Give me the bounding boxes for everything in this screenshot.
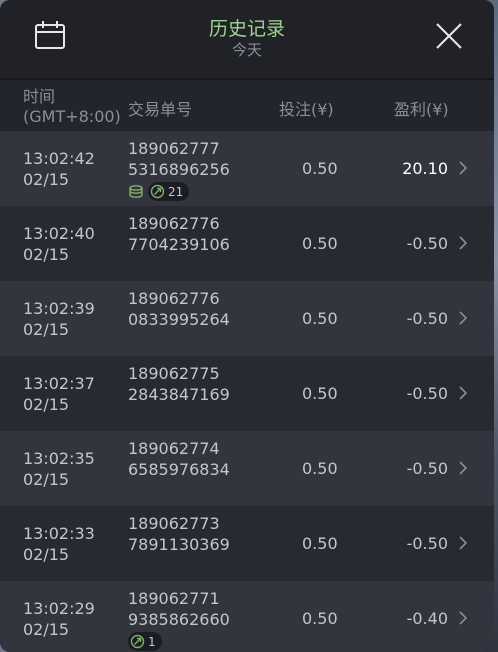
column-time: 时间 (GMT+8:00) <box>23 87 121 127</box>
row-order-part2: 7704239106 <box>128 235 230 254</box>
row-bet: 0.50 <box>302 234 338 253</box>
history-row[interactable]: 13:02:39 02/15 189062776 0833995264 0.50… <box>0 281 494 356</box>
row-profit: -0.50 <box>406 459 448 478</box>
row-bet: 0.50 <box>302 309 338 328</box>
row-bet: 0.50 <box>302 384 338 403</box>
row-time: 13:02:39 02/15 <box>23 298 95 340</box>
column-profit: 盈利(¥) <box>394 100 449 119</box>
badge-count: 1 <box>148 634 156 649</box>
row-profit: -0.50 <box>406 384 448 403</box>
row-order-part1: 189062771 <box>128 589 220 608</box>
row-time-value: 13:02:42 <box>23 149 95 168</box>
row-profit: 20.10 <box>402 159 448 178</box>
row-date-value: 02/15 <box>23 545 70 564</box>
page-title: 历史记录 <box>208 18 285 40</box>
column-time-zone: (GMT+8:00) <box>23 107 121 126</box>
row-time-value: 13:02:33 <box>23 524 95 543</box>
row-order-part2: 0833995264 <box>128 310 230 329</box>
row-order: 189062773 7891130369 <box>128 513 230 555</box>
row-date-value: 02/15 <box>23 320 70 339</box>
chevron-right-icon <box>459 611 468 625</box>
row-bet: 0.50 <box>302 609 338 628</box>
row-order-part1: 189062776 <box>128 289 220 308</box>
row-badges: 21 <box>128 182 190 201</box>
column-time-label: 时间 <box>23 87 56 106</box>
row-bet: 0.50 <box>302 159 338 178</box>
row-time: 13:02:35 02/15 <box>23 448 95 490</box>
row-date-value: 02/15 <box>23 170 70 189</box>
row-bet: 0.50 <box>302 459 338 478</box>
row-order-part2: 7891130369 <box>128 535 230 554</box>
chevron-right-icon <box>459 161 468 175</box>
row-bet: 0.50 <box>302 534 338 553</box>
row-order-part1: 189062777 <box>128 139 220 158</box>
row-order-part1: 189062773 <box>128 514 220 533</box>
chevron-right-icon <box>459 461 468 475</box>
history-row[interactable]: 13:02:35 02/15 189062774 6585976834 0.50… <box>0 431 494 506</box>
history-row[interactable]: 13:02:33 02/15 189062773 7891130369 0.50… <box>0 506 494 581</box>
row-date-value: 02/15 <box>23 245 70 264</box>
row-time-value: 13:02:35 <box>23 449 95 468</box>
row-time: 13:02:37 02/15 <box>23 373 95 415</box>
column-header: 时间 (GMT+8:00) 交易单号 投注(¥) 盈利(¥) <box>0 80 494 131</box>
row-order: 189062775 2843847169 <box>128 363 230 405</box>
free-spin-badge: 21 <box>148 182 190 201</box>
row-time-value: 13:02:29 <box>23 599 95 618</box>
chevron-right-icon <box>459 536 468 550</box>
coins-icon <box>129 184 143 198</box>
target-icon <box>150 184 165 199</box>
row-profit: -0.50 <box>406 234 448 253</box>
row-order-part1: 189062775 <box>128 364 220 383</box>
row-time-value: 13:02:37 <box>23 374 95 393</box>
row-order-part2: 2843847169 <box>128 385 230 404</box>
row-order: 189062776 7704239106 <box>128 213 230 255</box>
row-time: 13:02:40 02/15 <box>23 223 95 265</box>
row-time: 13:02:29 02/15 <box>23 598 95 640</box>
history-row[interactable]: 13:02:37 02/15 189062775 2843847169 0.50… <box>0 356 494 431</box>
history-row[interactable]: 13:02:40 02/15 189062776 7704239106 0.50… <box>0 206 494 281</box>
row-order-part1: 189062774 <box>128 439 220 458</box>
row-profit: -0.50 <box>406 309 448 328</box>
close-icon[interactable] <box>434 21 464 51</box>
row-time: 13:02:42 02/15 <box>23 148 95 190</box>
chevron-right-icon <box>459 311 468 325</box>
history-list: 13:02:42 02/15 189062777 5316896256 21 0… <box>0 131 494 652</box>
chevron-right-icon <box>459 386 468 400</box>
row-date-value: 02/15 <box>23 620 70 639</box>
row-order-part1: 189062776 <box>128 214 220 233</box>
row-profit: -0.40 <box>406 609 448 628</box>
target-icon <box>130 634 145 649</box>
panel-header: 历史记录 今天 <box>0 0 494 80</box>
page-subtitle: 今天 <box>231 41 262 59</box>
row-order: 189062771 9385862660 <box>128 588 230 630</box>
column-bet: 投注(¥) <box>279 100 334 119</box>
row-badges: 1 <box>128 632 162 651</box>
chevron-right-icon <box>459 236 468 250</box>
history-panel: 历史记录 今天 时间 (GMT+8:00) 交易单号 投注(¥) 盈利(¥) 1… <box>0 0 494 652</box>
history-row[interactable]: 13:02:29 02/15 189062771 9385862660 1 0.… <box>0 581 494 652</box>
row-time: 13:02:33 02/15 <box>23 523 95 565</box>
free-spin-badge: 1 <box>128 632 162 651</box>
row-order-part2: 6585976834 <box>128 460 230 479</box>
row-order-part2: 5316896256 <box>128 160 230 179</box>
row-order-part2: 9385862660 <box>128 610 230 629</box>
badge-count: 21 <box>168 184 184 199</box>
row-date-value: 02/15 <box>23 395 70 414</box>
row-order: 189062774 6585976834 <box>128 438 230 480</box>
row-time-value: 13:02:40 <box>23 224 95 243</box>
column-order: 交易单号 <box>128 100 193 119</box>
row-order: 189062777 5316896256 <box>128 138 230 180</box>
row-time-value: 13:02:39 <box>23 299 95 318</box>
row-order: 189062776 0833995264 <box>128 288 230 330</box>
history-row[interactable]: 13:02:42 02/15 189062777 5316896256 21 0… <box>0 131 494 206</box>
row-date-value: 02/15 <box>23 470 70 489</box>
row-profit: -0.50 <box>406 534 448 553</box>
